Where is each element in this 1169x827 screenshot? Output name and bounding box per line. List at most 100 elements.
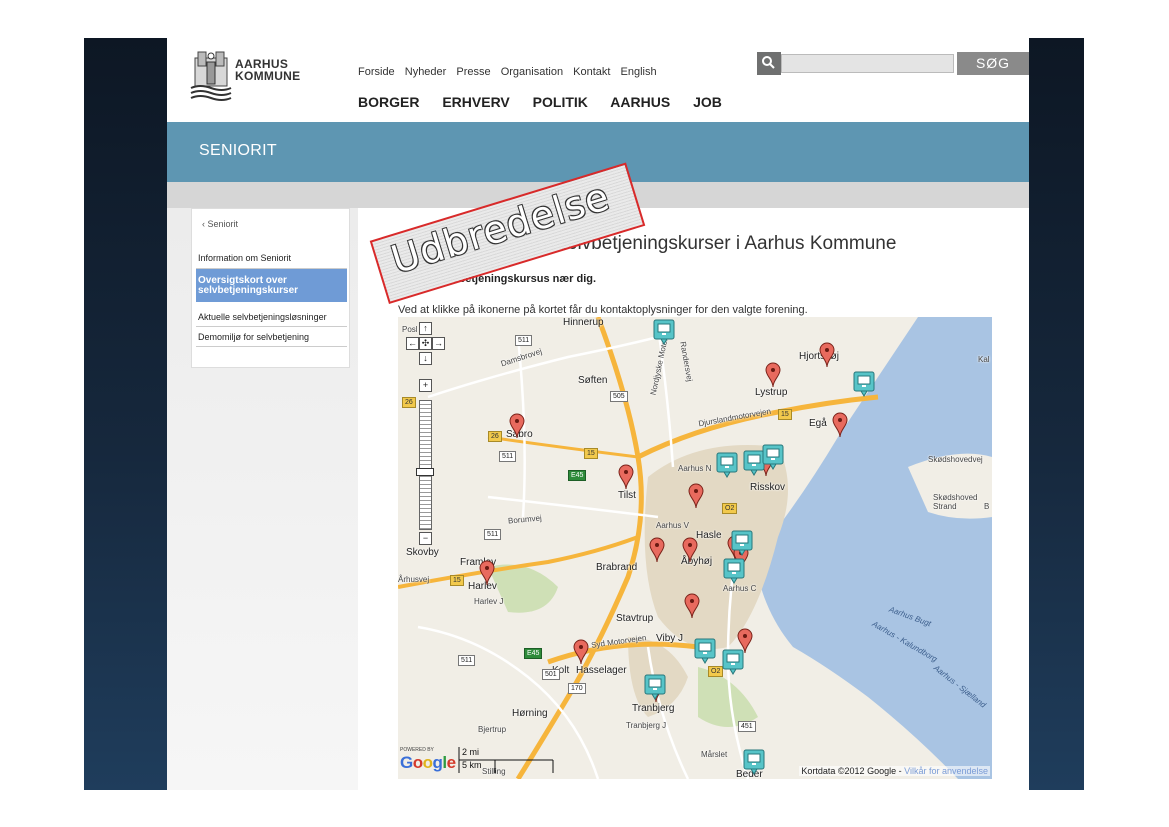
sidenav-item-oversigtskort[interactable]: Oversigtskort over selvbetjeningskurser [196,269,347,302]
road-shield: 451 [738,721,756,732]
map-label: Risskov [750,482,786,493]
road-shield: E45 [524,648,543,659]
sidenav-item-aktuelle[interactable]: Aktuelle selvbetjeningsløsninger [196,307,347,327]
zoom-slider-handle[interactable] [416,468,434,476]
map-label: Lystrup [755,387,788,398]
map-label: Tranbjerg [632,703,675,714]
map-attribution: Kortdata ©2012 Google - Vilkår for anven… [799,766,990,776]
google-letter: e [446,753,456,772]
course-location-pin[interactable] [648,537,666,563]
search-bar: SØG [757,52,1029,75]
city-seal-icon [190,51,232,101]
map-label: Aarhus N [678,464,712,473]
terms-link[interactable]: Vilkår for anvendelse [904,766,988,776]
road-shield: 501 [542,669,560,680]
computer-course-icon[interactable] [722,649,744,675]
map-label: Århusvej [398,575,430,584]
topnav-organisation[interactable]: Organisation [501,66,563,78]
topnav-presse[interactable]: Presse [456,66,490,78]
course-location-pin[interactable] [818,342,836,368]
slide-background: AARHUS KOMMUNE Forside Nyheder Presse Or… [84,38,1084,790]
road-shield: E45 [568,470,587,481]
google-letter: o [412,753,423,772]
course-location-pin[interactable] [764,362,782,388]
pan-left-icon[interactable]: ← [406,337,419,350]
pan-down-icon[interactable]: ↓ [419,352,432,365]
attribution-text: Kortdata ©2012 Google - [801,766,902,776]
sidenav-back-link[interactable]: ‹ Seniorit [202,219,238,229]
road-shield: 511 [484,529,502,540]
topnav-nyheder[interactable]: Nyheder [405,66,447,78]
course-location-pin[interactable] [572,639,590,665]
mainnav-politik[interactable]: POLITIK [533,94,588,110]
pan-up-icon[interactable]: ↑ [419,322,432,335]
computer-course-icon[interactable] [694,638,716,664]
road-shield: 511 [499,451,517,462]
topnav-forside[interactable]: Forside [358,66,395,78]
map-label: Tranbjerg J [626,721,667,730]
computer-course-icon[interactable] [853,371,875,397]
zoom-slider[interactable] [419,400,432,530]
google-letter: g [432,753,443,772]
map[interactable]: Hinnerup Søften Lystrup Hjortshøj Egå Sa… [398,317,992,779]
map-label: Aarhus C [723,584,757,593]
zoom-in-icon[interactable]: + [419,379,432,392]
mainnav-job[interactable]: JOB [693,94,722,110]
computer-course-icon[interactable] [644,674,666,700]
course-location-pin[interactable] [831,412,849,438]
road-shield: 15 [584,448,598,459]
road-shield: 170 [568,683,586,694]
map-label: Hinnerup [563,317,604,328]
map-label: Brabrand [596,562,638,573]
road-shield: 511 [515,335,533,346]
map-label: Egå [809,418,827,429]
map-label: Skødshoved Strand [933,493,978,511]
sidenav-item-demomiljo[interactable]: Demomiljø for selvbetjening [196,327,347,347]
bay-water [758,317,992,779]
road-shield: 505 [610,391,628,402]
zoom-out-icon[interactable]: − [419,532,432,545]
course-location-pin[interactable] [617,464,635,490]
map-label: Aarhus V [656,521,689,530]
top-navigation: Forside Nyheder Presse Organisation Kont… [358,66,664,78]
search-button[interactable]: SØG [957,52,1029,75]
computer-course-icon[interactable] [743,749,765,775]
map-label: Hørning [512,708,548,719]
map-label: Hasselager [576,665,627,676]
section-title[interactable]: SENIORIT [199,142,277,160]
search-input[interactable] [781,54,954,73]
pan-center-icon[interactable]: ✣ [419,337,432,350]
course-location-pin[interactable] [681,537,699,563]
computer-course-icon[interactable] [762,444,784,470]
road-shield: 511 [458,655,476,666]
intro-text: Ved at klikke på ikonerne på kortet får … [398,304,808,316]
course-location-pin[interactable] [478,560,496,586]
map-label: Stavtrup [616,613,654,624]
mainnav-erhverv[interactable]: ERHVERV [442,94,509,110]
course-location-pin[interactable] [508,413,526,439]
topnav-kontakt[interactable]: Kontakt [573,66,610,78]
computer-course-icon[interactable] [653,319,675,345]
mainnav-aarhus[interactable]: AARHUS [610,94,670,110]
road-shield: 15 [450,575,464,586]
scale-miles: 2 mi [462,747,480,757]
computer-course-icon[interactable] [723,558,745,584]
google-logo[interactable]: Google [400,753,456,773]
pan-right-icon[interactable]: → [432,337,445,350]
road-shield: 15 [778,409,792,420]
google-letter: G [400,753,413,772]
mainnav-borger[interactable]: BORGER [358,94,419,110]
course-location-pin[interactable] [687,483,705,509]
aarhus-kommune-logo[interactable]: AARHUS KOMMUNE [189,48,329,103]
computer-course-icon[interactable] [731,530,753,556]
logo-wordmark: AARHUS KOMMUNE [235,58,300,82]
course-location-pin[interactable] [683,593,701,619]
search-icon[interactable] [757,52,781,75]
map-controls: ↑ ← ✣ → ↓ + − [406,322,446,562]
sidenav-item-information[interactable]: Information om Seniorit [196,247,347,269]
topnav-english[interactable]: English [621,66,657,78]
map-label: Kal [978,355,990,364]
computer-course-icon[interactable] [716,452,738,478]
road-shield: 26 [488,431,502,442]
map-scale: 2 mi 5 km [458,747,558,773]
